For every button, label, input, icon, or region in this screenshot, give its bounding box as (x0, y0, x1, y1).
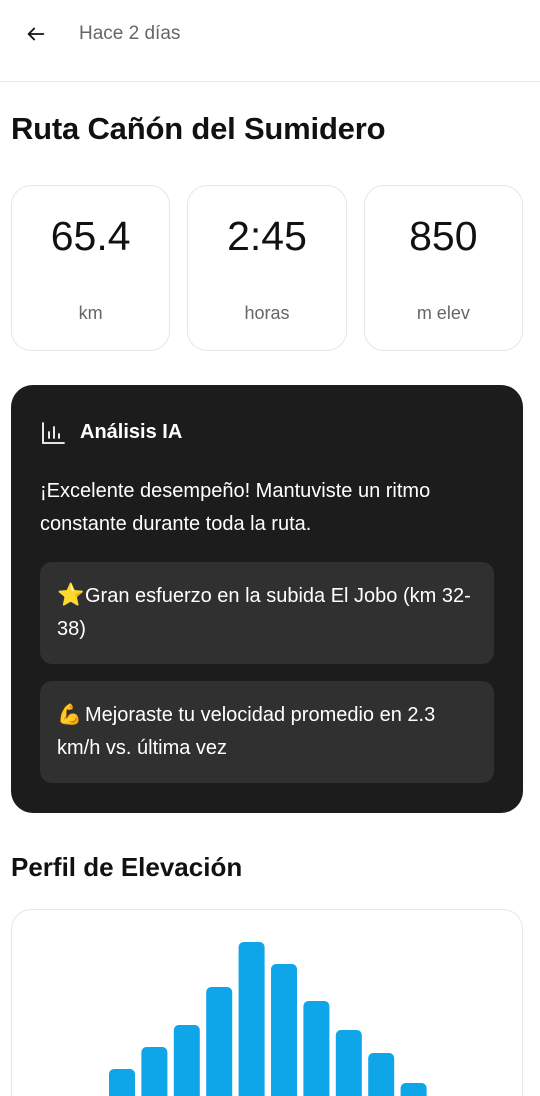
top-bar: Hace 2 días (0, 0, 540, 82)
stat-value-duration: 2:45 (227, 213, 307, 259)
elevation-bar (238, 942, 265, 1096)
elevation-bar (368, 1053, 395, 1096)
elevation-bar (400, 1083, 427, 1096)
insight-item: 💪 Mejoraste tu velocidad promedio en 2.3 … (40, 681, 494, 783)
stat-card-distance: 65.4 km (11, 185, 171, 351)
elevation-bar (173, 1025, 200, 1096)
insight-text: Mejoraste tu velocidad promedio en 2.3 k… (57, 704, 436, 759)
insight-item: ⭐Gran esfuerzo en la subida El Jobo (km … (40, 562, 494, 664)
stats-row: 65.4 km 2:45 horas 850 m elev (11, 185, 523, 351)
stat-unit-duration: horas (244, 303, 290, 323)
elevation-bar (141, 1047, 168, 1096)
elevation-bar (303, 1001, 330, 1096)
back-button[interactable] (22, 20, 50, 48)
elevation-bar (335, 1030, 362, 1096)
bar-chart-icon (42, 422, 65, 444)
stat-unit-distance: km (78, 303, 103, 323)
stat-value-elevation: 850 (409, 213, 478, 259)
insight-text: Gran esfuerzo en la subida El Jobo (km 3… (57, 585, 471, 640)
stat-value-distance: 65.4 (50, 213, 131, 259)
elevation-bar (271, 964, 297, 1096)
ai-title: Análisis IA (80, 421, 183, 443)
elevation-profile-title: Perfil de Elevación (11, 852, 243, 882)
flexed-biceps-icon: 💪 (57, 702, 82, 726)
header-date-label: Hace 2 días (79, 23, 181, 44)
elevation-chart-card (11, 909, 523, 1096)
stat-unit-elevation: m elev (416, 303, 470, 323)
stat-card-duration: 2:45 horas (187, 185, 347, 351)
elevation-bar (206, 987, 233, 1096)
arrow-left-icon (27, 27, 45, 41)
star-icon: ⭐ (57, 583, 85, 608)
stat-card-elevation: 850 m elev (363, 185, 523, 351)
elevation-chart (109, 942, 427, 1096)
route-title: Ruta Cañón del Sumidero (11, 111, 386, 146)
elevation-bar (109, 1069, 135, 1096)
ai-summary: ¡Excelente desempeño! Mantuviste un ritm… (40, 480, 431, 535)
ai-analysis-card: Análisis IA ¡Excelente desempeño! Mantuv… (11, 385, 523, 813)
